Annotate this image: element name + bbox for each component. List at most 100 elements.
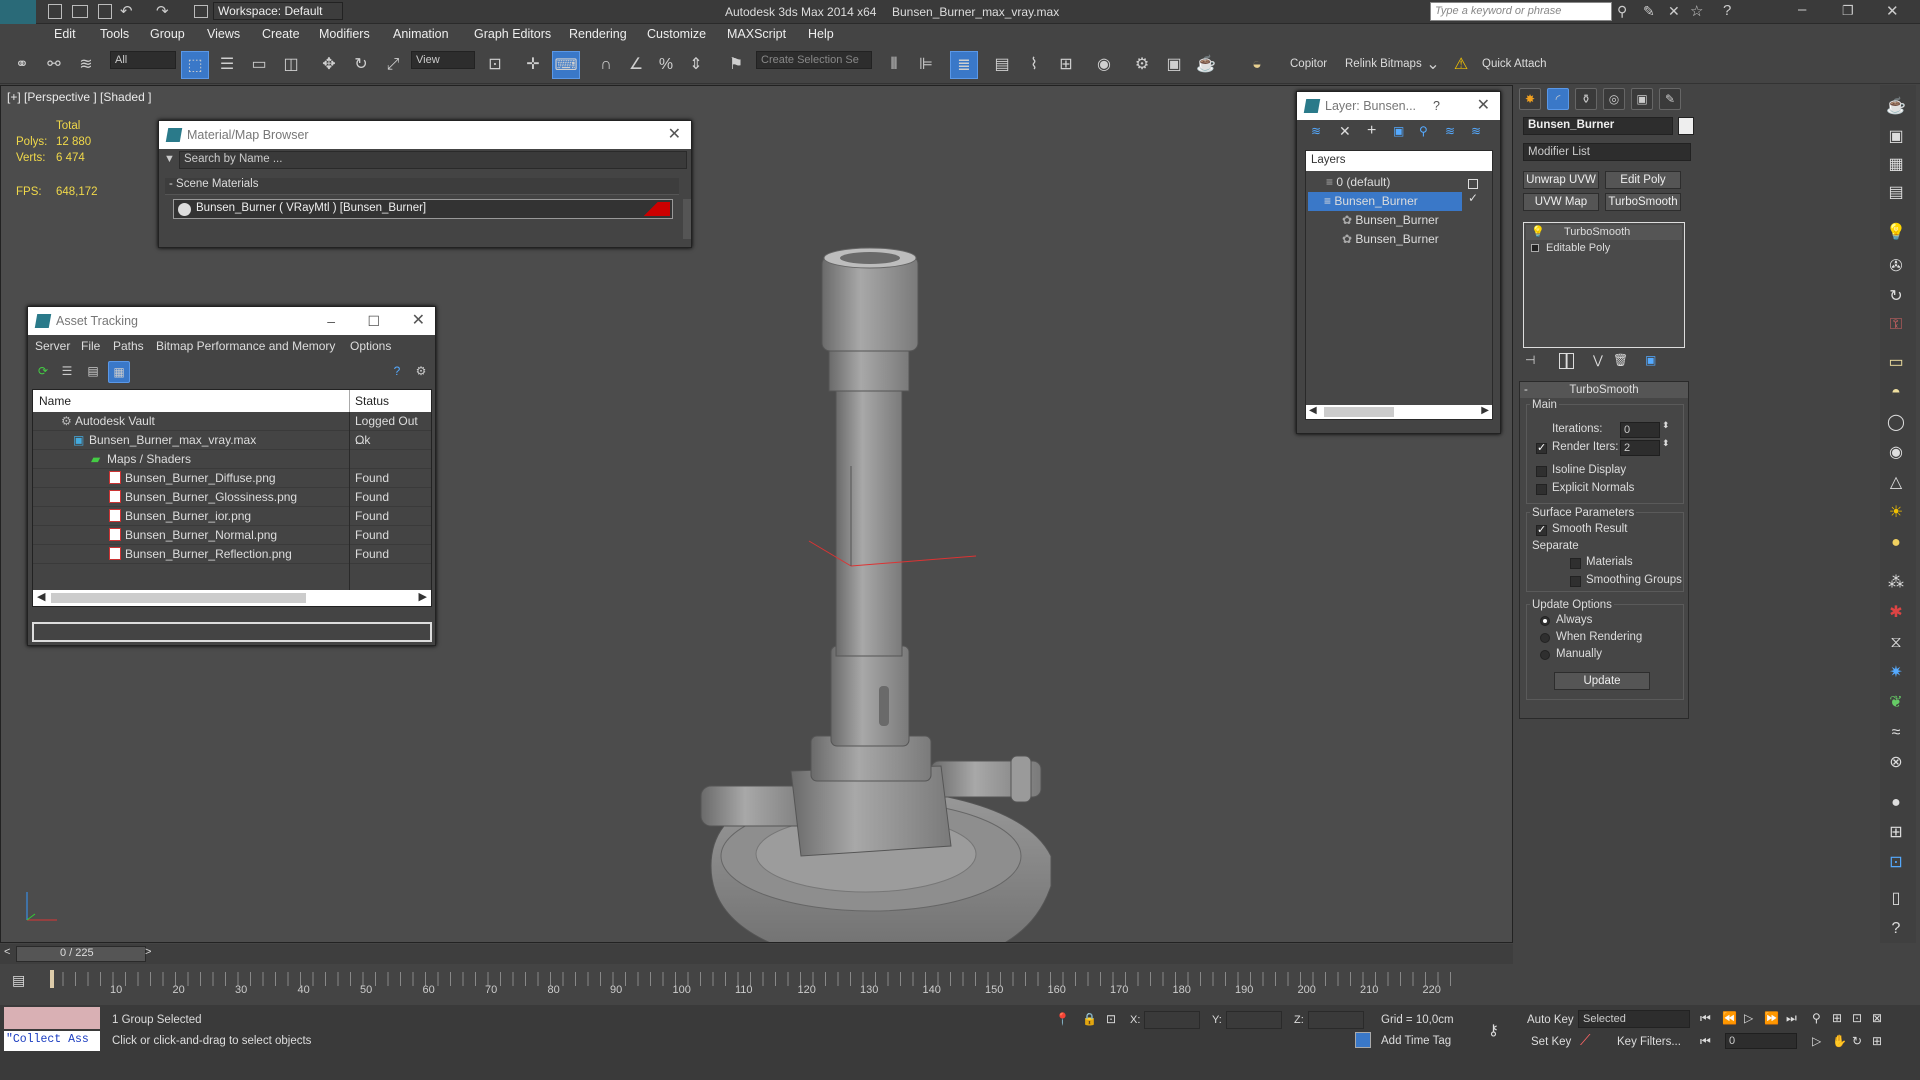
- prev-frame-icon[interactable]: <: [4, 946, 10, 958]
- go-to-end-icon[interactable]: ⏭: [1786, 1011, 1797, 1026]
- camera-icon[interactable]: ✇: [1884, 255, 1908, 279]
- time-slider[interactable]: < 0 / 225 >: [0, 944, 1513, 964]
- expand-icon[interactable]: [1531, 244, 1539, 252]
- asset-menu-bitmap[interactable]: Bitmap Performance and Memory: [156, 339, 335, 353]
- layer-default-checkbox[interactable]: [1468, 179, 1478, 189]
- binoculars-icon[interactable]: ⚲: [1617, 3, 1627, 20]
- edit-named-selection-icon[interactable]: ⚑: [722, 51, 750, 79]
- modifier-list-dropdown[interactable]: Modifier List: [1523, 143, 1691, 161]
- make-unique-icon[interactable]: ⋁: [1593, 353, 1603, 367]
- settings-icon[interactable]: ⊡: [1884, 851, 1908, 875]
- particles-icon[interactable]: ⁂: [1884, 571, 1908, 595]
- layer-add-icon[interactable]: +: [1367, 122, 1376, 140]
- relink-bitmaps-label[interactable]: Relink Bitmaps: [1345, 58, 1422, 70]
- render-iters-spinner[interactable]: 2: [1620, 440, 1660, 456]
- turbosmooth-button[interactable]: TurboSmooth: [1605, 193, 1681, 211]
- modify-tab-icon[interactable]: ◜: [1547, 88, 1569, 110]
- table-row[interactable]: Bunsen_Burner_ior.png Found: [33, 507, 431, 526]
- layer-item-bunsen-burner[interactable]: ≡ Bunsen_Burner: [1308, 192, 1462, 211]
- key-mode-icon[interactable]: ⚷: [1488, 1021, 1499, 1039]
- percent-snap-icon[interactable]: %: [652, 51, 680, 79]
- manipulate-icon[interactable]: ✛: [519, 51, 547, 79]
- app-logo-icon[interactable]: [0, 0, 36, 24]
- rotate-icon[interactable]: ↻: [1884, 285, 1908, 309]
- key-mode-toggle-icon[interactable]: ⏮: [1700, 1034, 1711, 1049]
- table-row[interactable]: ▣ Bunsen_Burner_max_vray.max Ok: [33, 431, 431, 450]
- select-and-rotate-icon[interactable]: ↻: [347, 51, 375, 79]
- table-row[interactable]: Bunsen_Burner_Glossiness.png Found: [33, 488, 431, 507]
- update-always-radio[interactable]: [1540, 616, 1550, 626]
- relink-chevron-icon[interactable]: ⌄: [1419, 51, 1447, 79]
- render-icon[interactable]: ▣: [1884, 125, 1908, 149]
- uvw-map-button[interactable]: UVW Map: [1523, 193, 1599, 211]
- menu-graph-editors[interactable]: Graph Editors: [474, 27, 551, 41]
- col-name-header[interactable]: Name: [39, 394, 71, 408]
- smooth-result-checkbox[interactable]: [1536, 523, 1547, 536]
- stack-item-turbosmooth[interactable]: 💡 TurboSmooth: [1526, 225, 1682, 240]
- set-key-icon[interactable]: ⟋: [1580, 1032, 1591, 1049]
- hierarchy-tab-icon[interactable]: ⚱: [1575, 88, 1597, 110]
- update-button[interactable]: Update: [1554, 672, 1650, 690]
- layer-hide-icon[interactable]: ≋: [1445, 124, 1455, 138]
- stack-item-editable-poly[interactable]: Editable Poly: [1526, 241, 1682, 256]
- curve-editor-icon[interactable]: ⌇: [1020, 51, 1048, 79]
- render-iters-checkbox[interactable]: [1536, 441, 1547, 454]
- proxy-icon[interactable]: ⧖: [1884, 631, 1908, 655]
- configure-modifier-sets-icon[interactable]: ▣: [1645, 353, 1656, 367]
- select-by-name-icon[interactable]: ☰: [213, 51, 241, 79]
- menu-group[interactable]: Group: [150, 27, 185, 41]
- list-view-icon[interactable]: ☰: [56, 361, 78, 383]
- x-coordinate-field[interactable]: [1144, 1011, 1200, 1029]
- remove-modifier-icon[interactable]: 🗑: [1613, 353, 1628, 367]
- table-row[interactable]: Bunsen_Burner_Reflection.png Found: [33, 545, 431, 564]
- subscription-icon[interactable]: ✎: [1643, 3, 1655, 20]
- close-icon[interactable]: ✕: [412, 307, 425, 335]
- isoline-display-checkbox[interactable]: [1536, 466, 1547, 477]
- teapot-icon[interactable]: ☕: [1884, 95, 1908, 119]
- object-item[interactable]: ✿ Bunsen_Burner: [1342, 211, 1439, 230]
- key-selection-dropdown[interactable]: Selected: [1578, 1010, 1690, 1028]
- maximize-icon[interactable]: ☐: [367, 307, 380, 335]
- open-file-icon[interactable]: [72, 5, 88, 18]
- scroll-right-icon[interactable]: ▶: [419, 590, 427, 603]
- selection-filter-dropdown[interactable]: All: [110, 51, 176, 69]
- scroll-thumb[interactable]: [1324, 407, 1394, 417]
- absolute-mode-icon[interactable]: ⊡: [1106, 1012, 1116, 1026]
- edit-poly-button[interactable]: Edit Poly: [1605, 171, 1681, 189]
- plane-icon[interactable]: ▭: [1884, 351, 1908, 375]
- grid-view-icon[interactable]: ▦: [108, 361, 130, 383]
- close-icon[interactable]: ✕: [668, 121, 681, 149]
- sphere-light-icon[interactable]: ◯: [1884, 411, 1908, 435]
- next-frame-icon[interactable]: >: [145, 946, 151, 958]
- key-icon[interactable]: ⚿: [1884, 313, 1908, 337]
- copitor-label[interactable]: Copitor: [1290, 58, 1327, 70]
- uvw-icon[interactable]: ⊞: [1884, 821, 1908, 845]
- dome-light-icon[interactable]: ◓: [1884, 381, 1908, 405]
- material-sphere-icon[interactable]: ●: [1884, 791, 1908, 815]
- book-icon[interactable]: ▯: [1884, 887, 1908, 911]
- ox-icon[interactable]: ⊗: [1884, 751, 1908, 775]
- scroll-right-icon[interactable]: ▶: [1481, 405, 1489, 416]
- favorites-star-icon[interactable]: ☆: [1690, 2, 1703, 20]
- sun-icon[interactable]: ☀: [1884, 501, 1908, 525]
- window-crossing-icon[interactable]: ◫: [277, 51, 305, 79]
- object-item[interactable]: ✿ Bunsen_Burner: [1342, 230, 1439, 249]
- menu-views[interactable]: Views: [207, 27, 240, 41]
- browser-options-icon[interactable]: ▼: [164, 153, 175, 165]
- table-row[interactable]: Bunsen_Burner_Normal.png Found: [33, 526, 431, 545]
- minimize-icon[interactable]: –: [327, 307, 335, 335]
- cone-light-icon[interactable]: △: [1884, 471, 1908, 495]
- bunsen-burner-model[interactable]: [691, 166, 1071, 943]
- separate-smoothing-groups-checkbox[interactable]: [1570, 576, 1581, 587]
- update-when-rendering-radio[interactable]: [1540, 633, 1550, 643]
- pin-stack-icon[interactable]: ⊣: [1525, 353, 1535, 367]
- grass-icon[interactable]: ❦: [1884, 691, 1908, 715]
- time-tag-icon[interactable]: [1355, 1032, 1371, 1048]
- show-end-result-icon[interactable]: ┃: [1559, 353, 1575, 369]
- sky-icon[interactable]: ●: [1884, 531, 1908, 555]
- previous-key-icon[interactable]: ⏪: [1722, 1011, 1737, 1025]
- col-status-header[interactable]: Status: [355, 394, 389, 408]
- layer-highlight-icon[interactable]: ⚲: [1419, 124, 1428, 138]
- maxscript-listener-field[interactable]: "Collect Ass: [4, 1031, 100, 1051]
- render-iters-spinner-arrows-icon[interactable]: ⬍: [1662, 438, 1670, 449]
